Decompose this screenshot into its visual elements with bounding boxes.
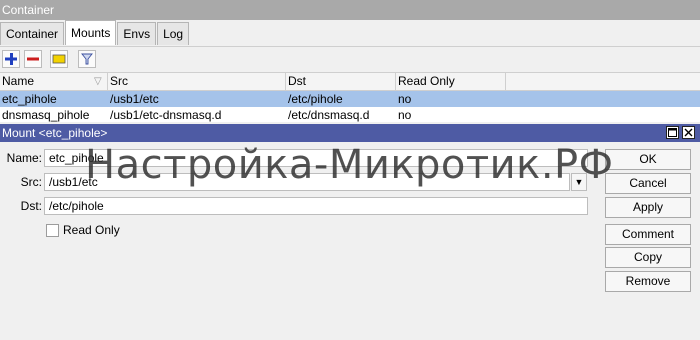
column-header-src[interactable]: Src — [108, 73, 286, 90]
cell-read-only: no — [398, 92, 412, 106]
toolbar — [0, 46, 700, 72]
column-header-dst[interactable]: Dst — [286, 73, 396, 90]
dialog-title-bar: Mount <etc_pihole> — [0, 124, 700, 142]
src-label: Src: — [20, 175, 42, 189]
cancel-button[interactable]: Cancel — [605, 173, 691, 194]
ok-button[interactable]: OK — [605, 149, 691, 170]
filter-button[interactable] — [78, 50, 96, 68]
cell-dst: /etc/dnsmasq.d — [288, 108, 370, 122]
mounts-table: Name ▽ Src Dst Read Only etc_pihole /usb… — [0, 72, 700, 122]
apply-button[interactable]: Apply — [605, 197, 691, 218]
read-only-checkbox[interactable] — [46, 224, 59, 237]
comment-dialog-button[interactable]: Comment — [605, 224, 691, 245]
comment-icon — [52, 54, 66, 64]
dst-label: Dst: — [20, 199, 42, 213]
tab-bar: Container Mounts Envs Log — [0, 20, 190, 46]
tab-mounts[interactable]: Mounts — [65, 20, 117, 45]
remove-icon — [27, 57, 39, 61]
tab-container[interactable]: Container — [0, 22, 65, 45]
maximize-button[interactable] — [666, 126, 679, 139]
cell-name: etc_pihole — [2, 92, 57, 106]
add-button[interactable] — [2, 50, 20, 68]
maximize-icon — [668, 128, 677, 137]
close-button[interactable] — [682, 126, 695, 139]
column-header-read-only[interactable]: Read Only — [396, 73, 506, 90]
add-icon — [5, 53, 17, 65]
dialog-title: Mount <etc_pihole> — [2, 126, 108, 140]
dst-field[interactable]: /etc/pihole — [44, 197, 588, 215]
src-dropdown-button[interactable]: ▼ — [571, 173, 587, 191]
cell-name: dnsmasq_pihole — [2, 108, 90, 122]
cell-dst: /etc/pihole — [288, 92, 343, 106]
remove-button[interactable] — [24, 50, 42, 68]
window-title: Container — [0, 0, 700, 20]
tab-log[interactable]: Log — [157, 22, 190, 45]
column-header-name[interactable]: Name ▽ — [0, 73, 108, 90]
copy-button[interactable]: Copy — [605, 247, 691, 268]
sort-icon: ▽ — [94, 76, 102, 87]
name-field[interactable]: etc_pihole — [44, 149, 588, 167]
comment-button[interactable] — [50, 50, 68, 68]
chevron-down-icon: ▼ — [574, 177, 584, 187]
src-field[interactable]: /usb1/etc — [44, 173, 570, 191]
cell-src: /usb1/etc-dnsmasq.d — [110, 108, 222, 122]
cell-src: /usb1/etc — [110, 92, 159, 106]
read-only-label: Read Only — [63, 223, 120, 237]
cell-read-only: no — [398, 108, 412, 122]
name-label: Name: — [6, 151, 42, 165]
mount-dialog: Mount <etc_pihole> Name: etc_pihole Src:… — [0, 122, 700, 340]
tab-envs[interactable]: Envs — [117, 22, 157, 45]
table-header: Name ▽ Src Dst Read Only — [0, 72, 700, 91]
remove-dialog-button[interactable]: Remove — [605, 271, 691, 292]
table-row[interactable]: dnsmasq_pihole /usb1/etc-dnsmasq.d /etc/… — [0, 107, 700, 123]
filter-icon — [81, 53, 93, 65]
close-icon — [684, 128, 693, 137]
table-row[interactable]: etc_pihole /usb1/etc /etc/pihole no — [0, 91, 700, 107]
